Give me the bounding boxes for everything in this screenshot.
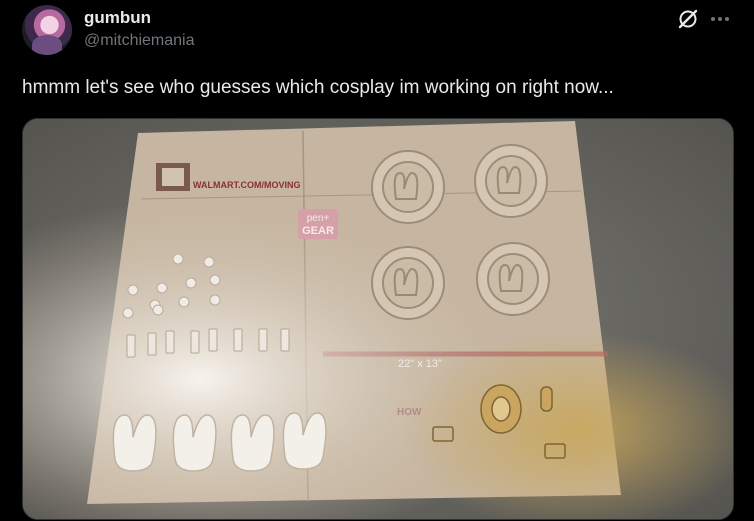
more-icon[interactable]: [708, 7, 732, 31]
post-image[interactable]: WALMART.COM/MOVING pen+ GEAR 22" x 13" H…: [22, 118, 734, 520]
avatar[interactable]: [22, 5, 72, 55]
author-name[interactable]: gumbun: [84, 8, 151, 28]
box-brand-line2: GEAR: [302, 225, 334, 237]
post-text: hmmm let's see who guesses which cosplay…: [22, 77, 614, 98]
box-size-text: 22" x 13": [398, 358, 442, 370]
cosplay-props-photo: WALMART.COM/MOVING pen+ GEAR 22" x 13" H…: [23, 119, 733, 519]
box-how-text: HOW: [397, 407, 422, 418]
box-website-text: WALMART.COM/MOVING: [193, 180, 301, 190]
author-handle[interactable]: @mitchiemania: [84, 32, 195, 50]
post-header: gumbun @mitchiemania: [22, 5, 732, 55]
box-brand-line1: pen+: [307, 213, 330, 224]
grok-icon[interactable]: [676, 7, 700, 31]
